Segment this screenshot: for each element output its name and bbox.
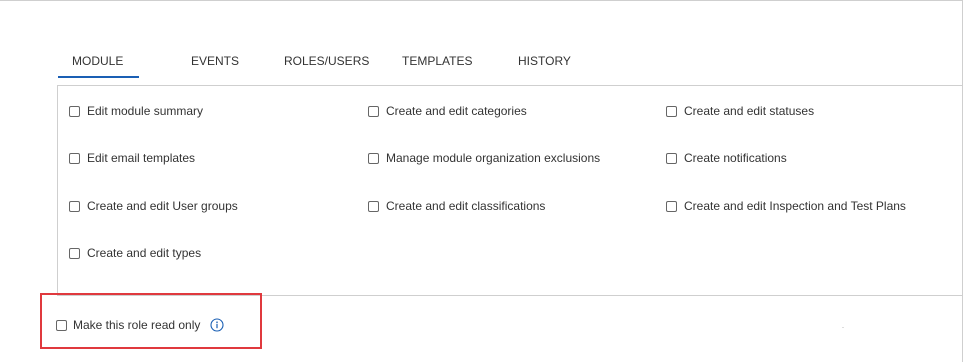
perm-label: Create and edit classifications <box>386 199 546 213</box>
read-only-label: Make this role read only <box>73 318 201 332</box>
checkbox[interactable] <box>666 200 677 212</box>
read-only-checkbox[interactable] <box>56 319 67 331</box>
perm-types[interactable]: Create and edit types <box>69 246 201 260</box>
read-only-toggle[interactable]: Make this role read only <box>56 318 224 332</box>
perm-classifications[interactable]: Create and edit classifications <box>368 199 545 213</box>
checkbox[interactable] <box>368 105 379 117</box>
perm-label: Create and edit Inspection and Test Plan… <box>684 199 906 213</box>
perm-notifications[interactable]: Create notifications <box>666 151 787 165</box>
perm-label: Manage module organization exclusions <box>386 151 601 165</box>
checkbox[interactable] <box>666 105 677 117</box>
perm-user-groups[interactable]: Create and edit User groups <box>69 199 238 213</box>
checkbox[interactable] <box>69 200 80 212</box>
perm-label: Create notifications <box>684 151 787 165</box>
tab-roles-users[interactable]: ROLES/USERS <box>284 54 369 68</box>
checkbox[interactable] <box>69 152 80 164</box>
info-icon[interactable] <box>210 318 224 332</box>
divider-dot <box>842 327 844 328</box>
checkbox[interactable] <box>666 152 677 164</box>
perm-edit-email-templates[interactable]: Edit email templates <box>69 151 195 165</box>
perm-edit-module-summary[interactable]: Edit module summary <box>69 104 203 118</box>
perm-inspection-test-plans[interactable]: Create and edit Inspection and Test Plan… <box>666 199 906 213</box>
tab-module[interactable]: MODULE <box>57 54 140 78</box>
tab-history[interactable]: HISTORY <box>518 54 571 68</box>
checkbox[interactable] <box>69 247 80 259</box>
perm-label: Create and edit categories <box>386 104 527 118</box>
perm-label: Edit email templates <box>87 151 196 165</box>
perm-categories[interactable]: Create and edit categories <box>368 104 527 118</box>
tab-events[interactable]: EVENTS <box>191 54 239 68</box>
perm-label: Create and edit User groups <box>87 199 238 213</box>
perm-statuses[interactable]: Create and edit statuses <box>666 104 814 118</box>
tab-templates[interactable]: TEMPLATES <box>402 54 472 68</box>
perm-label: Create and edit types <box>87 246 202 260</box>
perm-label: Edit module summary <box>87 104 204 118</box>
checkbox[interactable] <box>368 152 379 164</box>
perm-label: Create and edit statuses <box>684 104 815 118</box>
checkbox[interactable] <box>368 200 379 212</box>
checkbox[interactable] <box>69 105 80 117</box>
perm-org-exclusions[interactable]: Manage module organization exclusions <box>368 151 600 165</box>
